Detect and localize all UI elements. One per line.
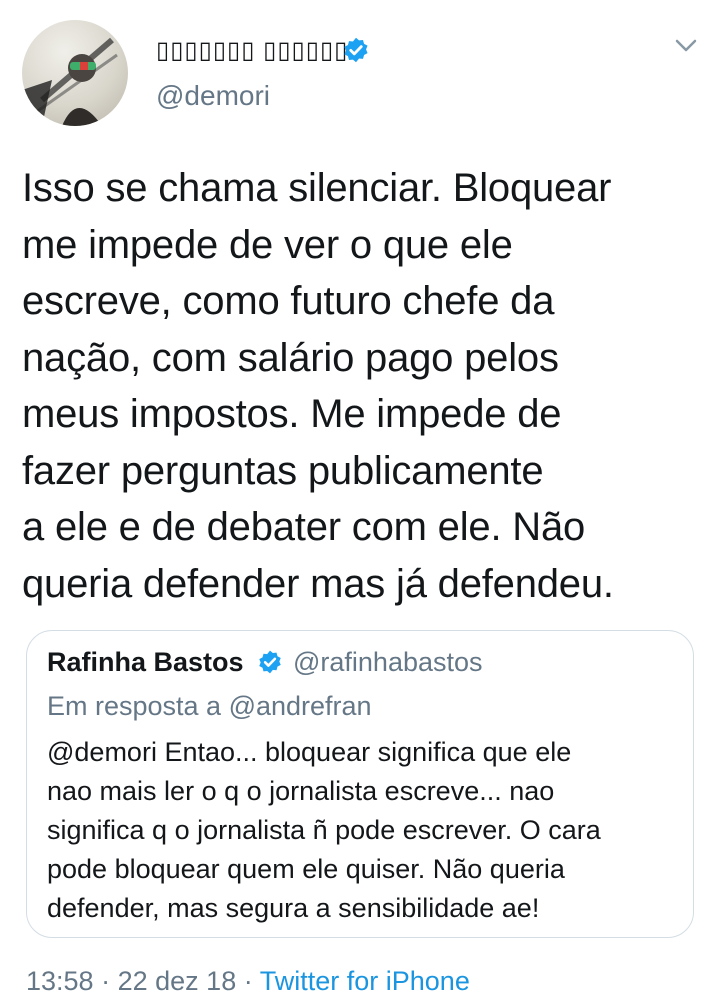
verified-badge-icon: [344, 37, 368, 63]
meta-separator: ·: [243, 966, 253, 996]
chevron-down-icon[interactable]: [674, 38, 698, 54]
quoted-user-handle: @rafinhabastos: [293, 647, 483, 677]
meta-separator: ·: [101, 966, 111, 996]
avatar[interactable]: [22, 20, 128, 126]
reply-context: Em resposta a @andrefran: [47, 691, 372, 721]
verified-badge-icon: [259, 650, 281, 674]
quoted-tweet-card[interactable]: Rafinha Bastos @rafinhabastos Em respost…: [26, 630, 694, 938]
tweet-source-link[interactable]: Twitter for iPhone: [260, 966, 470, 996]
quoted-tweet-text: @demori Entao... bloquear significa que …: [47, 737, 601, 923]
tweet-metadata: 13:58 · 22 dez 18 · Twitter for iPhone: [26, 966, 470, 997]
quoted-display-name: Rafinha Bastos: [47, 647, 244, 677]
tweet-text: Isso se chama silenciar. Bloquear me imp…: [22, 166, 614, 606]
tweet-time[interactable]: 13:58: [26, 966, 94, 996]
avatar-image: [22, 37, 118, 126]
user-handle[interactable]: @demori: [156, 80, 270, 112]
tweet-date[interactable]: 22 dez 18: [118, 966, 237, 996]
display-name[interactable]: ▯▯▯▯▯▯▯ ▯▯▯▯▯▯: [156, 36, 348, 65]
